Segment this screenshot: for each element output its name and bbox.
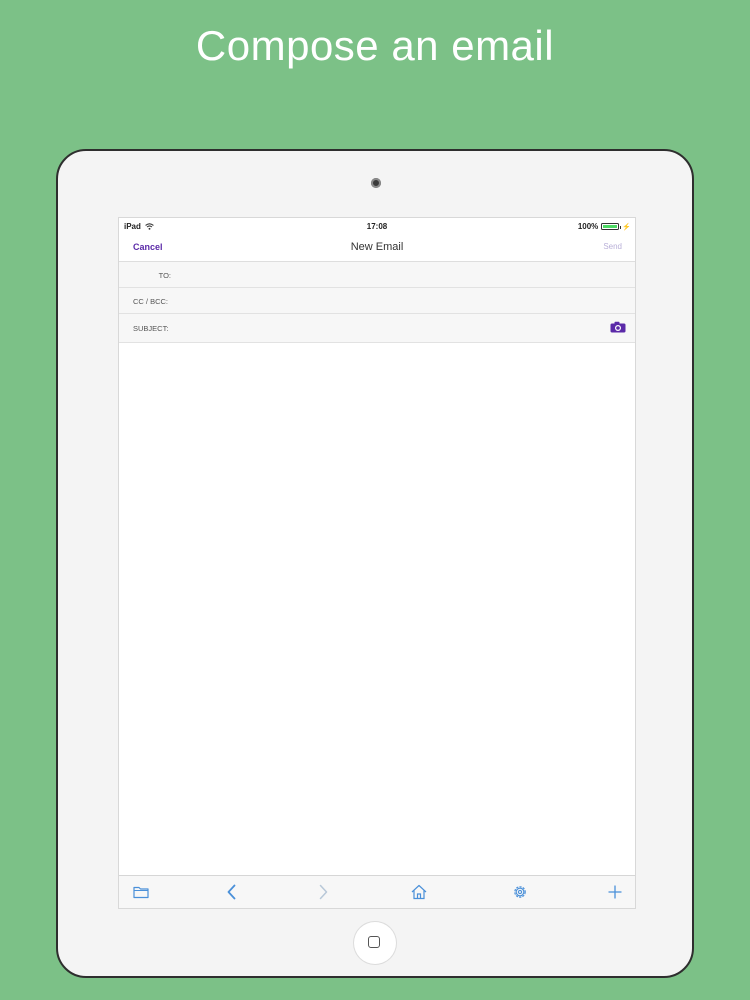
navigation-bar: Cancel New Email Send — [119, 234, 635, 262]
cc-bcc-row: CC / BCC: — [119, 288, 635, 314]
bottom-toolbar — [119, 875, 635, 908]
front-camera — [371, 178, 381, 188]
email-body-input[interactable] — [119, 343, 635, 875]
to-field[interactable] — [175, 267, 625, 283]
home-icon — [411, 884, 427, 900]
battery-percent: 100% — [577, 222, 599, 231]
folder-icon — [133, 886, 149, 899]
send-button[interactable]: Send — [603, 242, 622, 251]
battery-icon — [601, 223, 622, 230]
gear-icon — [514, 886, 526, 898]
chevron-left-icon — [227, 884, 236, 900]
cc-bcc-label: CC / BCC: — [133, 297, 169, 306]
cc-bcc-field[interactable] — [177, 293, 625, 309]
nav-title: New Email — [350, 241, 404, 253]
subject-label: SUBJECT: — [133, 324, 169, 333]
folder-button[interactable] — [132, 883, 150, 901]
page-headline: Compose an email — [195, 22, 555, 69]
status-right: 100% ⚡ — [578, 222, 631, 231]
subject-field[interactable] — [177, 320, 597, 336]
subject-row: SUBJECT: — [119, 314, 635, 343]
status-time: 17:08 — [366, 222, 388, 231]
home-square-icon — [368, 936, 380, 948]
add-button[interactable] — [606, 883, 624, 901]
plus-icon — [608, 885, 622, 899]
to-row: TO: — [119, 262, 635, 288]
camera-icon[interactable] — [610, 321, 626, 333]
ipad-frame: iPad 17:08 100% ⚡ Cancel New Email Send — [56, 149, 694, 978]
charge-icon: ⚡ — [622, 223, 631, 231]
chevron-right-icon — [319, 884, 328, 900]
battery-level — [603, 225, 618, 228]
to-label: TO: — [158, 271, 171, 280]
settings-button[interactable] — [511, 883, 529, 901]
ipad-screen: iPad 17:08 100% ⚡ Cancel New Email Send — [119, 218, 635, 908]
back-button[interactable] — [223, 883, 241, 901]
home-button-toolbar[interactable] — [410, 883, 428, 901]
forward-button[interactable] — [314, 883, 332, 901]
device-home-button[interactable] — [354, 922, 396, 964]
status-bar: iPad 17:08 100% ⚡ — [119, 218, 635, 234]
